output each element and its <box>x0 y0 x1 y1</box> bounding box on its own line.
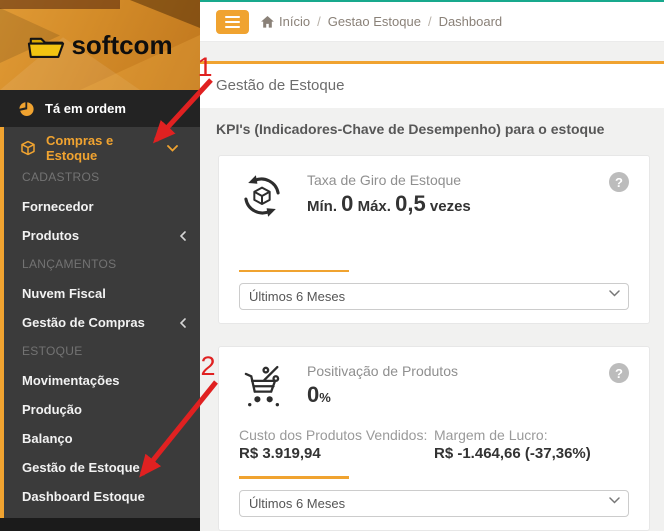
kpi-card-value: 0% <box>307 382 458 408</box>
kpi-card-title: Taxa de Giro de Estoque <box>307 172 471 188</box>
kpi-card-title: Positivação de Produtos <box>307 363 458 379</box>
page-title-panel: Gestão de Estoque <box>200 61 664 108</box>
app-window: softcom Tá em ordem Compras e Estoque <box>0 0 664 531</box>
breadcrumb-label: Gestao Estoque <box>328 14 421 29</box>
breadcrumb-label: Início <box>279 14 310 29</box>
sidebar-item-label: Produtos <box>22 228 79 243</box>
sidebar-item-label: Tá em ordem <box>45 101 126 116</box>
sidebar-section-lancamentos: LANÇAMENTOS <box>4 250 200 279</box>
breadcrumb-label: Dashboard <box>439 14 503 29</box>
sidebar-item-producao[interactable]: Produção <box>4 395 200 424</box>
stat-value: R$ 3.919,94 <box>239 445 434 462</box>
stat-value: R$ -1.464,66 (-37,36%) <box>434 445 629 462</box>
inventory-turnover-icon <box>239 172 285 220</box>
sidebar-footer <box>0 518 200 531</box>
sidebar-menu: Compras e Estoque CADASTROS Fornecedor P… <box>0 127 200 518</box>
max-label: Máx. <box>358 198 391 215</box>
sidebar-item-label: Gestão de Compras <box>22 315 145 330</box>
top-header: Início / Gestao Estoque / Dashboard <box>200 2 664 42</box>
breadcrumb-gestao-estoque[interactable]: Gestao Estoque <box>328 14 421 29</box>
logo-facet <box>130 0 200 28</box>
percent-value: 0 <box>307 382 319 407</box>
sidebar-item-gestao-de-compras[interactable]: Gestão de Compras <box>4 308 200 337</box>
sidebar-item-label: Produção <box>22 402 82 417</box>
home-icon <box>261 16 274 28</box>
stat-margem-lucro: Margem de Lucro: R$ -1.464,66 (-37,36%) <box>434 427 629 462</box>
sidebar-item-compras-e-estoque[interactable]: Compras e Estoque <box>4 133 200 163</box>
sidebar-item-balanco[interactable]: Balanço <box>4 424 200 453</box>
kpi-stats-row: Custo dos Produtos Vendidos: R$ 3.919,94… <box>239 427 629 462</box>
accent-underline <box>239 270 349 272</box>
sidebar-section-cadastros: CADASTROS <box>4 163 200 192</box>
sidebar-item-produtos[interactable]: Produtos <box>4 221 200 250</box>
sidebar-item-ta-em-ordem[interactable]: Tá em ordem <box>0 90 200 127</box>
period-select[interactable]: Últimos 6 Meses <box>239 283 629 310</box>
breadcrumb-inicio[interactable]: Início <box>261 14 310 29</box>
sidebar-item-dashboard-estoque[interactable]: Dashboard Estoque <box>4 482 200 511</box>
sidebar-item-movimentacoes[interactable]: Movimentações <box>4 366 200 395</box>
logo-facet <box>0 0 120 9</box>
breadcrumb: Início / Gestao Estoque / Dashboard <box>261 14 502 29</box>
chevron-down-icon <box>167 145 178 152</box>
stat-label: Custo dos Produtos Vendidos: <box>239 427 434 443</box>
hamburger-menu-button[interactable] <box>216 10 249 34</box>
brand-name: softcom <box>71 30 172 61</box>
breadcrumb-separator: / <box>428 14 432 29</box>
accent-underline <box>239 476 349 479</box>
kpi-card-positivacao: Positivação de Produtos 0% ? Custo dos P… <box>218 346 650 531</box>
sidebar-item-nuvem-fiscal[interactable]: Nuvem Fiscal <box>4 279 200 308</box>
sidebar-item-gestao-de-estoque[interactable]: Gestão de Estoque <box>4 453 200 482</box>
sidebar-item-label: Gestão de Estoque <box>22 460 140 475</box>
sidebar-item-label: Movimentações <box>22 373 120 388</box>
sidebar-item-label: Dashboard Estoque <box>22 489 145 504</box>
sidebar-item-label: Fornecedor <box>22 199 94 214</box>
chevron-left-icon <box>180 231 186 241</box>
cart-percent-icon <box>239 363 285 411</box>
pie-chart-icon <box>18 101 34 117</box>
kpi-card-value: Mín. 0 Máx. 0,5 vezes <box>307 191 471 217</box>
cube-icon <box>20 140 36 156</box>
percent-sign: % <box>319 390 331 405</box>
help-icon[interactable]: ? <box>609 363 629 383</box>
value-unit: vezes <box>430 198 471 215</box>
sidebar-item-fornecedor[interactable]: Fornecedor <box>4 192 200 221</box>
min-value: 0 <box>341 191 353 216</box>
period-select-wrap: Últimos 6 Meses <box>239 283 629 310</box>
help-icon[interactable]: ? <box>609 172 629 192</box>
chevron-left-icon <box>180 318 186 328</box>
period-select-wrap: Últimos 6 Meses <box>239 490 629 517</box>
stat-label: Margem de Lucro: <box>434 427 629 443</box>
folder-icon <box>27 31 65 60</box>
page-title: Gestão de Estoque <box>216 77 648 94</box>
kpi-section-heading: KPI's (Indicadores-Chave de Desempenho) … <box>216 121 648 137</box>
sidebar-item-label: Nuvem Fiscal <box>22 286 106 301</box>
main-area: Início / Gestao Estoque / Dashboard Gest… <box>200 0 664 531</box>
sidebar-item-label: Compras e Estoque <box>46 133 157 163</box>
min-label: Mín. <box>307 198 337 215</box>
sidebar-item-label: Balanço <box>22 431 73 446</box>
sidebar: softcom Tá em ordem Compras e Estoque <box>0 0 200 531</box>
period-select[interactable]: Últimos 6 Meses <box>239 490 629 517</box>
sidebar-section-estoque: ESTOQUE <box>4 337 200 366</box>
breadcrumb-dashboard: Dashboard <box>439 14 503 29</box>
softcom-logo: softcom <box>0 0 200 90</box>
page-content: Gestão de Estoque KPI's (Indicadores-Cha… <box>200 42 664 531</box>
max-value: 0,5 <box>395 191 426 216</box>
stat-custo-produtos: Custo dos Produtos Vendidos: R$ 3.919,94 <box>239 427 434 462</box>
breadcrumb-separator: / <box>317 14 321 29</box>
kpi-card-taxa-giro: Taxa de Giro de Estoque Mín. 0 Máx. 0,5 … <box>218 155 650 324</box>
